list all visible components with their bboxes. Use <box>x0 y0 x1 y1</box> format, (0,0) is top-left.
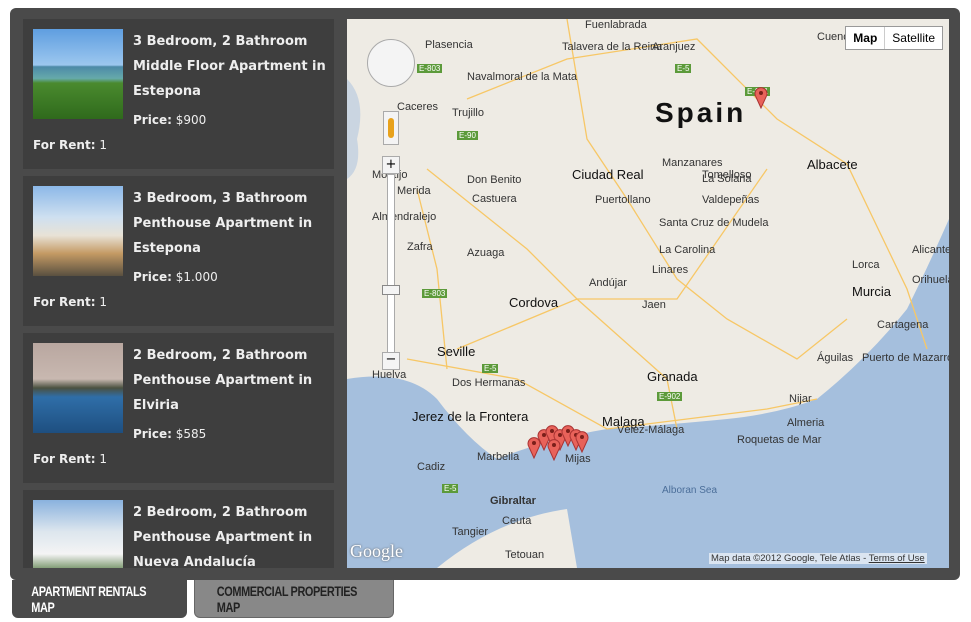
country-label: Spain <box>655 97 747 128</box>
street-view-pegman-icon[interactable] <box>383 111 399 145</box>
listing-card[interactable]: 2 Bedroom, 2 Bathroom Penthouse Apartmen… <box>23 333 334 483</box>
city-label: Murcia <box>852 284 892 299</box>
listing-price: Price: $900 <box>133 113 207 127</box>
city-label: Zafra <box>407 241 433 253</box>
listing-card[interactable]: 3 Bedroom, 2 Bathroom Middle Floor Apart… <box>23 19 334 169</box>
city-label: Azuaga <box>467 247 505 259</box>
city-label: Roquetas de Mar <box>737 434 822 446</box>
zoom-slider-handle[interactable] <box>382 285 400 295</box>
road-label: E-803 <box>417 64 443 73</box>
city-label: Dos Hermanas <box>452 377 526 389</box>
city-label: Nijar <box>789 393 812 405</box>
city-label: Cordova <box>509 295 559 310</box>
city-label: Ceuta <box>502 515 532 527</box>
listing-card[interactable]: 2 Bedroom, 2 Bathroom Penthouse Apartmen… <box>23 490 334 568</box>
zoom-slider[interactable] <box>387 174 395 354</box>
city-label: Marbella <box>477 451 520 463</box>
city-label: Huelva <box>372 369 407 381</box>
city-label: Merida <box>397 185 431 197</box>
listing-list[interactable]: 3 Bedroom, 2 Bathroom Middle Floor Apart… <box>23 19 335 568</box>
listing-title[interactable]: 3 Bedroom, 3 Bathroom Penthouse Apartmen… <box>133 186 328 261</box>
road-label: E-90 <box>457 131 478 140</box>
listing-title[interactable]: 2 Bedroom, 2 Bathroom Penthouse Apartmen… <box>133 500 328 568</box>
zoom-out-button[interactable]: − <box>382 352 400 370</box>
city-label: Tetouan <box>505 549 545 561</box>
city-label: Manzanares <box>662 157 723 169</box>
city-label: Seville <box>437 344 476 359</box>
city-label: Fuenlabrada <box>585 19 647 31</box>
city-label: Gibraltar <box>490 495 536 507</box>
city-label: Granada <box>647 369 698 384</box>
city-label: Albacete <box>807 157 858 172</box>
city-label: Cadiz <box>417 461 446 473</box>
city-label: Valdepeñas <box>702 194 760 206</box>
map-button[interactable]: Map <box>846 27 886 49</box>
city-label: Puertollano <box>595 194 651 206</box>
city-label: Linares <box>652 264 689 276</box>
city-label: Jerez de la Frontera <box>412 409 529 424</box>
listing-photo[interactable] <box>33 500 123 568</box>
road-label: E-803 <box>422 289 448 298</box>
tab-apartment-rentals-map[interactable]: APARTMENT RENTALS MAP <box>12 580 187 618</box>
road-label: E-5 <box>442 484 459 493</box>
city-label: Tangier <box>452 526 489 538</box>
city-label: Mijas <box>565 453 591 465</box>
sea-label: Alboran Sea <box>662 485 718 496</box>
map-attribution: Map data ©2012 Google, Tele Atlas - Term… <box>709 553 927 564</box>
listing-title[interactable]: 2 Bedroom, 2 Bathroom Penthouse Apartmen… <box>133 343 328 418</box>
listing-price: Price: $1.000 <box>133 270 218 284</box>
road-label: E-5 <box>482 364 499 373</box>
listing-photo[interactable] <box>33 343 123 433</box>
map-type-control: Map Satellite <box>845 26 943 50</box>
listing-for-rent: For Rent: 1 <box>33 452 107 466</box>
listing-photo[interactable] <box>33 29 123 119</box>
city-label: Águilas <box>817 352 854 364</box>
pan-control[interactable] <box>367 39 415 87</box>
listing-for-rent: For Rent: 1 <box>33 295 107 309</box>
city-label: Ciudad Real <box>572 167 644 182</box>
terms-of-use-link[interactable]: Terms of Use <box>869 553 925 564</box>
city-label: Navalmoral de la Mata <box>467 71 578 83</box>
city-label: Lorca <box>852 259 880 271</box>
city-label: Caceres <box>397 101 438 113</box>
satellite-button[interactable]: Satellite <box>885 27 942 49</box>
city-label: Plasencia <box>425 39 473 51</box>
listing-for-rent: For Rent: 1 <box>33 138 107 152</box>
map-marker-icon[interactable] <box>754 87 768 110</box>
city-label: Cartagena <box>877 319 929 331</box>
city-label: Talavera de la Reina <box>562 41 663 53</box>
city-label: La Carolina <box>659 244 716 256</box>
map[interactable]: Fuenlabrada Plasencia Talavera de la Reina… <box>347 19 949 568</box>
city-label: Trujillo <box>452 107 484 119</box>
city-label: Jaen <box>642 299 666 311</box>
city-label: Almendralejo <box>372 211 437 223</box>
city-label: Almeria <box>787 417 825 429</box>
listing-card[interactable]: 3 Bedroom, 3 Bathroom Penthouse Apartmen… <box>23 176 334 326</box>
listing-title[interactable]: 3 Bedroom, 2 Bathroom Middle Floor Apart… <box>133 29 328 104</box>
listing-photo[interactable] <box>33 186 123 276</box>
city-label: Puerto de Mazarrón <box>862 352 949 364</box>
city-label: Don Benito <box>467 174 522 186</box>
city-label: Andújar <box>589 277 627 289</box>
city-label: Orihuela <box>912 274 949 286</box>
city-label: Castuera <box>472 193 517 205</box>
road-label: E-5 <box>675 64 692 73</box>
zoom-in-button[interactable]: + <box>382 156 400 174</box>
city-label: La Solana <box>702 173 752 185</box>
map-marker-icon[interactable] <box>575 431 589 454</box>
listing-price: Price: $585 <box>133 427 207 441</box>
tab-commercial-properties-map[interactable]: COMMERCIAL PROPERTIES MAP <box>194 580 394 618</box>
city-label: Alicante <box>912 244 949 256</box>
road-label: E-902 <box>657 392 683 401</box>
city-label: Aranjuez <box>652 41 696 53</box>
map-marker-icon[interactable] <box>547 439 561 462</box>
city-label: Santa Cruz de Mudela <box>659 217 769 229</box>
city-label: Vélez-Málaga <box>617 424 685 436</box>
google-logo: Google <box>350 541 403 561</box>
